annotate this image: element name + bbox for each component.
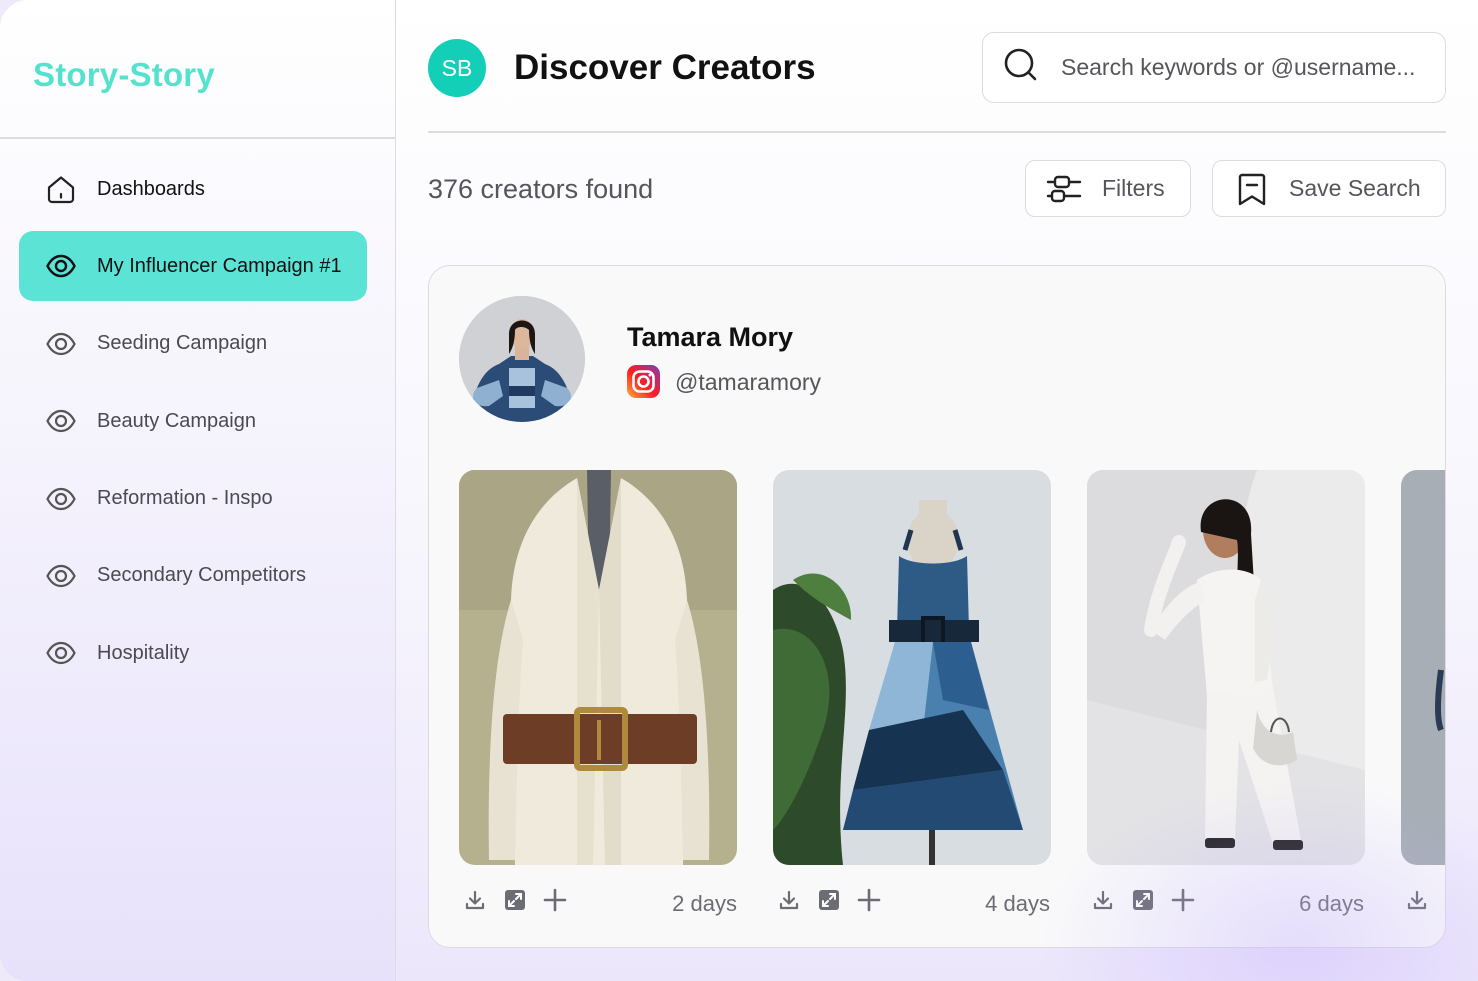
page-title: Discover Creators <box>514 48 816 87</box>
avatar[interactable]: SB <box>428 39 486 97</box>
expand-icon[interactable] <box>817 888 841 912</box>
sliders-icon <box>1046 173 1082 205</box>
sidebar-item-beauty-campaign[interactable]: Beauty Campaign <box>19 386 367 456</box>
download-icon[interactable] <box>463 888 487 912</box>
logo[interactable]: Story-Story <box>33 56 215 94</box>
post-thumbnail[interactable] <box>1087 470 1365 865</box>
sidebar-item-label: My Influencer Campaign #1 <box>97 254 342 277</box>
header-divider <box>428 131 1446 133</box>
sidebar-item-label: Secondary Competitors <box>97 564 306 587</box>
post-actions <box>1405 888 1445 912</box>
main-content: SB Discover Creators Search keywords or … <box>428 0 1446 981</box>
sidebar-item-reformation-inspo[interactable]: Reformation - Inspo <box>19 464 367 534</box>
eye-icon <box>45 637 77 669</box>
sidebar-divider <box>0 137 396 139</box>
post-actions <box>1091 888 1211 912</box>
filters-label: Filters <box>1102 175 1165 201</box>
save-search-button[interactable]: Save Search <box>1212 160 1446 217</box>
sidebar-item-my-influencer-campaign[interactable]: My Influencer Campaign #1 <box>19 231 367 302</box>
sidebar: Story-Story Dashboards My Influencer Cam… <box>0 0 396 981</box>
post-age: 4 days <box>985 891 1050 916</box>
filters-button[interactable]: Filters <box>1025 160 1191 217</box>
eye-icon <box>45 405 77 437</box>
post-actions <box>777 888 897 912</box>
expand-icon[interactable] <box>503 888 527 912</box>
creator-name[interactable]: Tamara Mory <box>627 322 793 353</box>
save-search-label: Save Search <box>1289 175 1421 201</box>
results-count: 376 creators found <box>428 174 654 204</box>
add-icon[interactable] <box>1171 888 1195 912</box>
home-icon <box>45 173 77 205</box>
post-actions <box>463 888 583 912</box>
sidebar-item-label: Reformation - Inspo <box>97 487 273 510</box>
instagram-icon <box>627 365 660 398</box>
search-placeholder: Search keywords or @username... <box>1061 54 1416 80</box>
download-icon[interactable] <box>1091 888 1115 912</box>
post-age: 2 days <box>672 891 737 916</box>
bookmark-icon <box>1235 171 1269 207</box>
creator-handle[interactable]: @tamaramory <box>675 369 821 396</box>
search-icon <box>1003 47 1039 88</box>
sidebar-item-seeding-campaign[interactable]: Seeding Campaign <box>19 309 367 379</box>
sidebar-nav: Dashboards My Influencer Campaign #1 See… <box>19 154 367 696</box>
eye-icon <box>45 328 77 360</box>
post-thumbnail[interactable] <box>773 470 1051 865</box>
sidebar-item-label: Beauty Campaign <box>97 409 256 432</box>
eye-icon <box>45 483 77 515</box>
eye-icon <box>45 560 77 592</box>
search-input[interactable]: Search keywords or @username... <box>982 32 1446 103</box>
sidebar-item-dashboards[interactable]: Dashboards <box>19 154 367 224</box>
download-icon[interactable] <box>777 888 801 912</box>
add-icon[interactable] <box>857 888 881 912</box>
download-icon[interactable] <box>1405 888 1429 912</box>
post-thumbnail[interactable] <box>459 470 737 865</box>
sidebar-item-label: Dashboards <box>97 177 205 200</box>
sidebar-item-secondary-competitors[interactable]: Secondary Competitors <box>19 541 367 611</box>
sidebar-item-label: Hospitality <box>97 641 190 664</box>
creator-card[interactable]: Tamara Mory @tamaramory 2 days 4 days 6 … <box>428 265 1446 948</box>
eye-icon <box>45 250 77 282</box>
app-window: Story-Story Dashboards My Influencer Cam… <box>0 0 1478 981</box>
sidebar-item-hospitality[interactable]: Hospitality <box>19 618 367 688</box>
sidebar-item-label: Seeding Campaign <box>97 332 268 355</box>
creator-profile-photo[interactable] <box>459 296 585 422</box>
post-thumbnail[interactable] <box>1401 470 1445 865</box>
add-icon[interactable] <box>543 888 567 912</box>
expand-icon[interactable] <box>1131 888 1155 912</box>
post-age: 6 days <box>1299 891 1364 916</box>
